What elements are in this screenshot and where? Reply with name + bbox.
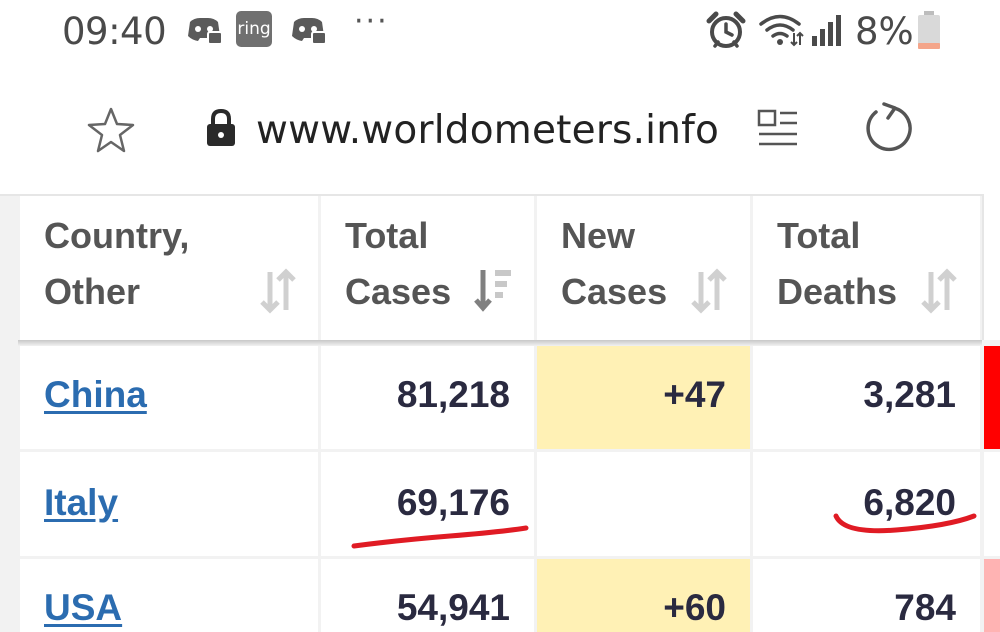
url-text[interactable]: www.worldometers.info <box>256 108 719 153</box>
battery-icon <box>918 11 940 49</box>
header-line: Cases <box>345 271 452 312</box>
header-line: Country, <box>44 215 190 256</box>
new-cases-cell <box>537 452 750 556</box>
sort-icon[interactable] <box>258 268 298 314</box>
more-notifications-indicator: ··· <box>354 4 389 39</box>
column-header-total-cases[interactable]: Total Cases <box>321 196 534 340</box>
total-cases-cell: 81,218 <box>321 346 534 449</box>
new-cases-cell: +60 <box>537 559 750 632</box>
total-cases-value: 81,218 <box>396 374 510 415</box>
ring-icon: ring <box>236 11 272 47</box>
column-header-label: Country, Other <box>44 208 189 320</box>
red-underline-annotation <box>351 525 529 549</box>
star-icon[interactable] <box>86 106 136 154</box>
header-line: Cases <box>561 271 668 312</box>
total-deaths-value: 3,281 <box>863 374 956 415</box>
browser-url-bar: www.worldometers.info <box>0 62 1000 194</box>
wifi-icon <box>759 14 804 47</box>
header-line: Deaths <box>777 271 898 312</box>
page-content: Country, Other Total Cases New Cases Tot… <box>0 194 1000 632</box>
status-time: 09:40 <box>62 10 167 53</box>
total-deaths-cell: 3,281 <box>753 346 980 449</box>
column-header-label: Total Deaths <box>777 208 897 320</box>
discord-icon <box>188 18 222 45</box>
header-line: Other <box>44 271 141 312</box>
row-side-strip <box>984 559 1000 632</box>
column-header-label: Total Cases <box>345 208 451 320</box>
table-edge <box>982 194 1000 340</box>
total-cases-cell: 54,941 <box>321 559 534 632</box>
table-row-country-cell: Italy <box>20 452 318 556</box>
sort-icon[interactable] <box>689 268 729 314</box>
header-line: Total <box>777 215 861 256</box>
table-row-country-cell: China <box>20 346 318 449</box>
total-deaths-value: 784 <box>894 587 956 628</box>
column-header-label: New Cases <box>561 208 667 320</box>
country-link-italy[interactable]: Italy <box>44 482 118 524</box>
country-link-usa[interactable]: USA <box>44 587 122 629</box>
new-cases-cell: +47 <box>537 346 750 449</box>
discord-icon <box>292 18 326 45</box>
new-cases-value: +60 <box>663 587 726 628</box>
red-underline-annotation <box>833 513 977 534</box>
header-line: New <box>561 215 636 256</box>
total-cases-value: 54,941 <box>396 587 510 628</box>
table-row-country-cell: USA <box>20 559 318 632</box>
column-header-country[interactable]: Country, Other <box>20 196 318 340</box>
column-header-total-deaths[interactable]: Total Deaths <box>753 196 980 340</box>
total-deaths-cell: 784 <box>753 559 980 632</box>
header-line: Total <box>345 215 429 256</box>
row-side-strip <box>984 346 1000 449</box>
new-cases-value: +47 <box>663 374 726 415</box>
sort-descending-icon[interactable] <box>473 266 513 312</box>
country-link-china[interactable]: China <box>44 374 147 416</box>
row-side-strip <box>984 452 1000 556</box>
status-bar: 09:40 ring ··· 8% <box>0 0 1000 62</box>
alarm-icon <box>706 11 746 48</box>
reader-mode-icon[interactable] <box>756 108 800 148</box>
battery-percent: 8% <box>855 10 914 53</box>
sort-icon[interactable] <box>919 268 959 314</box>
column-header-new-cases[interactable]: New Cases <box>537 196 750 340</box>
lock-icon[interactable] <box>204 108 238 148</box>
reload-icon[interactable] <box>862 102 914 154</box>
signal-icon <box>812 15 841 46</box>
